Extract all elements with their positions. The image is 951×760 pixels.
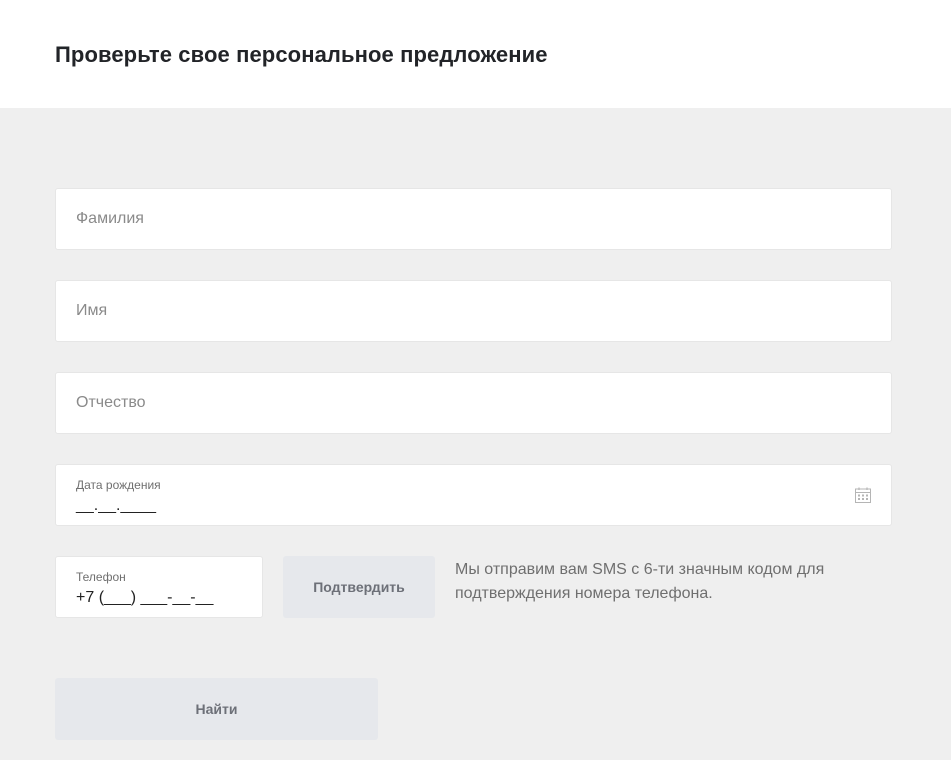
- last-name-input[interactable]: [56, 189, 891, 249]
- page-title: Проверьте свое персональное предложение: [55, 42, 548, 67]
- phone-label: Телефон: [76, 570, 126, 584]
- confirm-button[interactable]: Подтвердить: [283, 556, 435, 618]
- last-name-field[interactable]: [55, 188, 892, 250]
- phone-field[interactable]: Телефон +7 (___) ___-__-__: [55, 556, 263, 618]
- page-header: Проверьте свое персональное предложение: [0, 0, 951, 108]
- birth-date-label: Дата рождения: [76, 478, 161, 492]
- middle-name-input[interactable]: [56, 373, 891, 433]
- find-button[interactable]: Найти: [55, 678, 378, 740]
- middle-name-field[interactable]: [55, 372, 892, 434]
- offer-form: Дата рождения __.__.____ Телефон +7 (___…: [0, 108, 951, 760]
- birth-date-field[interactable]: Дата рождения __.__.____: [55, 464, 892, 526]
- first-name-input[interactable]: [56, 281, 891, 341]
- phone-input[interactable]: +7 (___) ___-__-__: [76, 589, 213, 607]
- sms-note: Мы отправим вам SMS с 6-ти значным кодом…: [455, 561, 825, 602]
- birth-date-input[interactable]: __.__.____: [76, 497, 156, 515]
- first-name-field[interactable]: [55, 280, 892, 342]
- calendar-icon[interactable]: [855, 487, 871, 503]
